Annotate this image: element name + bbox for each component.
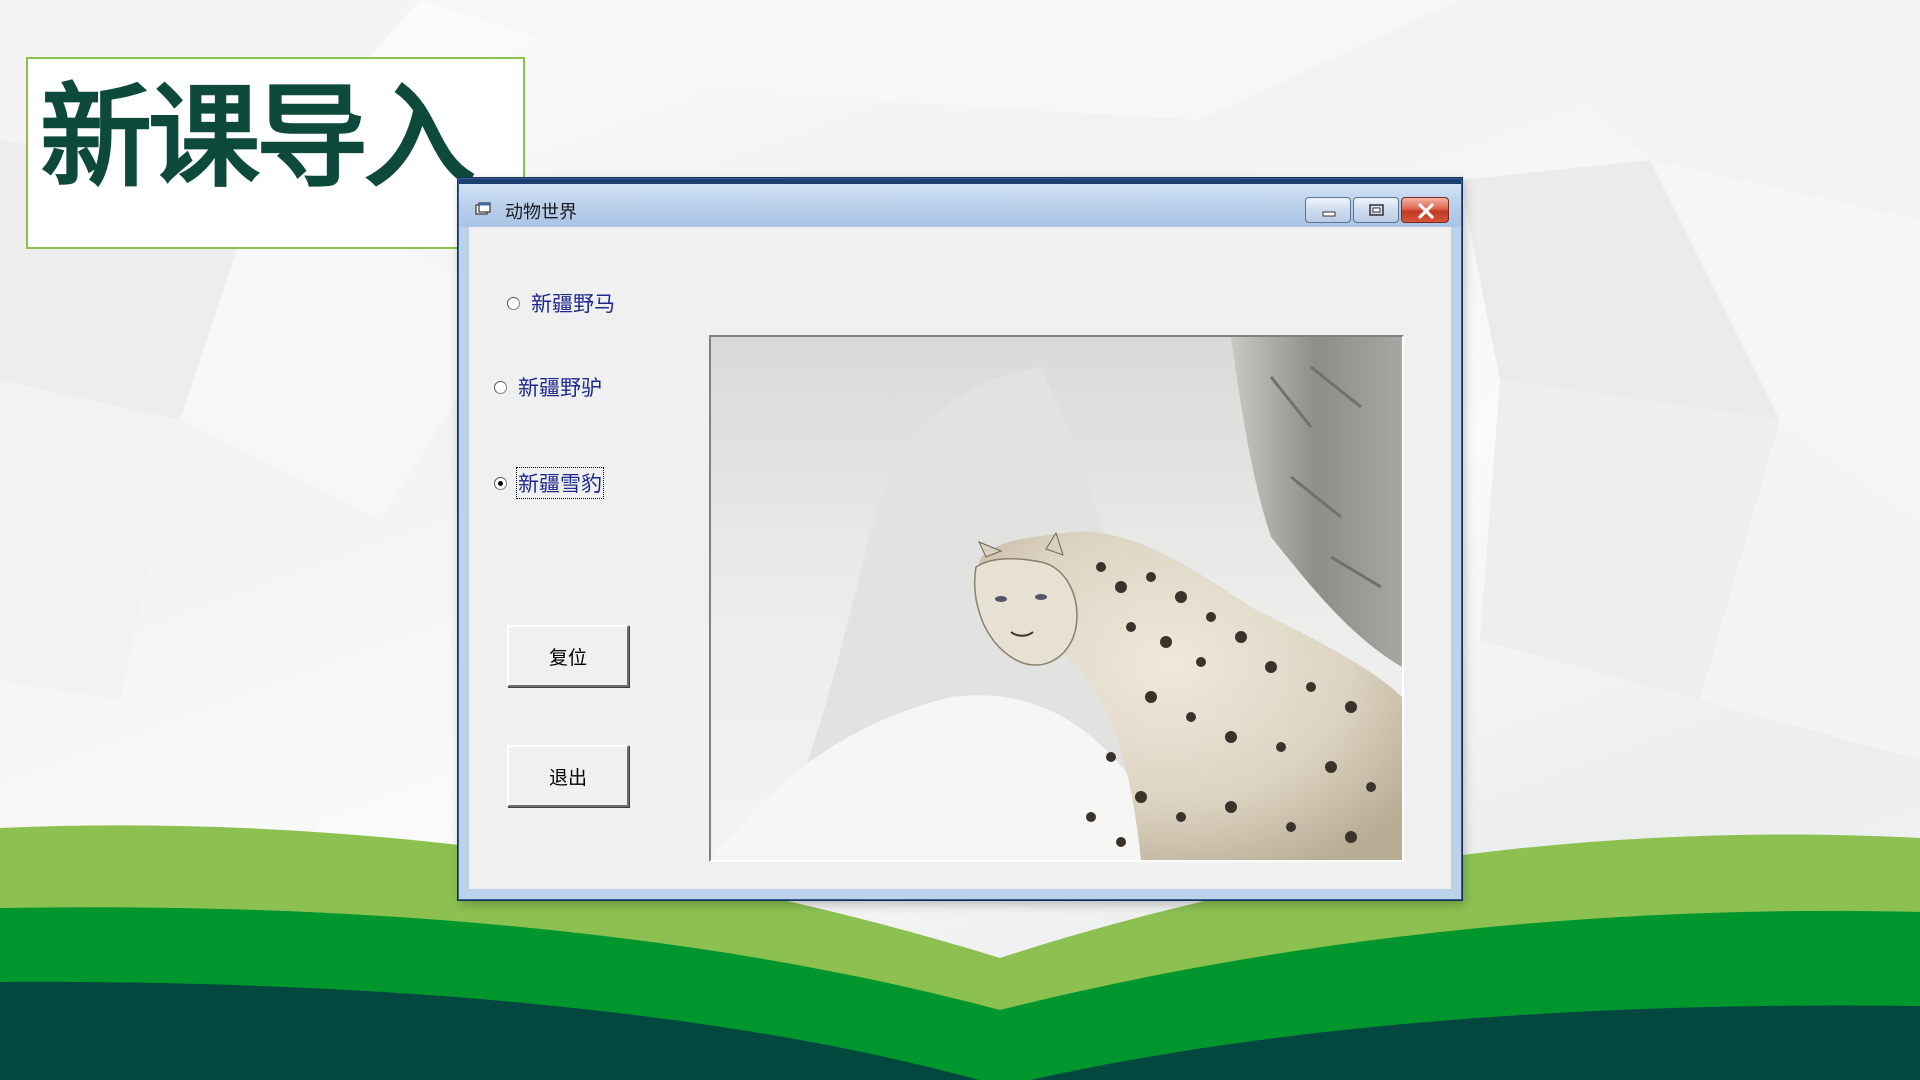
title-bar[interactable]: 动物世界 (459, 179, 1461, 227)
maximize-icon (1369, 204, 1384, 216)
title-frame: 新课导入 (26, 57, 525, 249)
title-bar-edge (459, 179, 1461, 184)
option-label[interactable]: 新疆野马 (530, 288, 616, 318)
radio-unchecked-icon[interactable] (494, 380, 507, 394)
slide-title: 新课导入 (40, 73, 476, 203)
close-button[interactable] (1401, 197, 1449, 223)
option-label[interactable]: 新疆雪豹 (516, 467, 604, 499)
form-icon (475, 202, 491, 215)
reset-button[interactable]: 复位 (507, 625, 629, 687)
radio-checked-icon[interactable] (494, 476, 507, 490)
app-window: 动物世界 新疆野马 新疆野驴 新疆雪豹 复位 退出 (458, 178, 1462, 900)
animal-picture (709, 335, 1404, 862)
option-wild-horse[interactable]: 新疆野马 (507, 289, 616, 317)
option-label[interactable]: 新疆野驴 (517, 372, 603, 402)
maximize-button[interactable] (1353, 197, 1399, 223)
window-title: 动物世界 (505, 202, 577, 223)
close-icon (1418, 203, 1434, 219)
minimize-button[interactable] (1305, 197, 1351, 223)
form-client-area: 新疆野马 新疆野驴 新疆雪豹 复位 退出 (469, 227, 1451, 889)
option-snow-leopard[interactable]: 新疆雪豹 (494, 467, 604, 499)
snow-leopard-image (711, 337, 1402, 860)
option-wild-donkey[interactable]: 新疆野驴 (494, 373, 603, 401)
exit-button[interactable]: 退出 (507, 745, 629, 807)
minimize-icon (1322, 211, 1336, 217)
radio-unchecked-icon[interactable] (507, 296, 520, 310)
